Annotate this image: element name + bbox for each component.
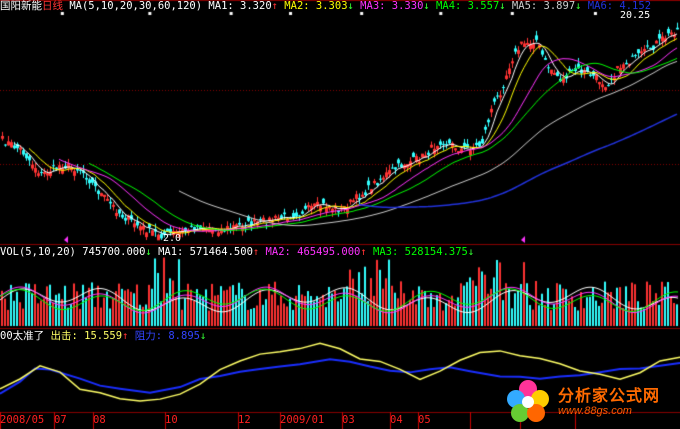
ma3-value: MA3: 3.330: [360, 0, 424, 12]
vol-ma1: MA1: 571464.500: [158, 246, 253, 258]
low-price-label: 2.0: [163, 233, 182, 244]
indicator-resist: 阻力: 8.895: [134, 330, 200, 342]
x-axis-label: 07: [54, 414, 67, 426]
indicator-resist-arrow: ↓: [199, 330, 207, 342]
ma3-arrow: ↓: [423, 0, 430, 12]
ma1-arrow: ↑: [271, 0, 278, 12]
ma4-value: MA4: 3.557: [436, 0, 500, 12]
x-axis-label: 12: [238, 414, 251, 426]
vol-ma2-arrow: ↑: [360, 246, 367, 258]
indicator-out: 出击: 15.559: [50, 330, 123, 342]
x-axis-label: 08: [93, 414, 106, 426]
vol-ma2: MA2: 465495.000: [265, 246, 361, 258]
ma2-value: MA2: 3.303: [284, 0, 348, 12]
vol-arrow: ↓: [145, 246, 152, 258]
vol-value: 745700.000: [82, 246, 146, 258]
ma4-arrow: ↓: [499, 0, 506, 12]
vol-ma3-arrow: ↓: [467, 246, 475, 258]
x-axis-label: 10: [165, 414, 178, 426]
x-axis-label: 03: [342, 414, 355, 426]
ma-params: MA(5,10,20,30,60,120): [69, 0, 203, 12]
ma2-arrow: ↓: [347, 0, 354, 12]
ma5-arrow: ↓: [575, 0, 582, 12]
watermark-logo: 分析家公式网 www.88gs.com: [500, 379, 672, 423]
ma1-value: MA1: 3.320: [208, 0, 272, 12]
price-panel-header: 国阳新能日线 MA(5,10,20,30,60,120) MA1: 3.320↑…: [0, 0, 651, 13]
x-axis-label: 04: [390, 414, 403, 426]
high-price-label: 20.25: [620, 10, 651, 21]
volume-panel-header: VOL(5,10,20) 745700.000↓ MA1: 571464.500…: [0, 246, 474, 259]
indicator-name: 00太准了: [0, 330, 45, 342]
x-axis-label: 2009/01: [280, 414, 325, 426]
indicator-out-arrow: ↑: [122, 330, 129, 342]
x-axis-label: 05: [418, 414, 431, 426]
vol-ma1-arrow: ↑: [252, 246, 260, 258]
indicator-panel-header: 00太准了 出击: 15.559↑ 阻力: 8.895↓: [0, 330, 206, 343]
stock-name: 国阳新能: [0, 0, 42, 12]
ma5-value: MA5: 3.897: [511, 0, 576, 12]
x-axis-label: 2008/05: [0, 414, 45, 426]
vol-params: VOL(5,10,20): [0, 246, 76, 258]
watermark-url: www.88gs.com: [558, 405, 632, 417]
vol-ma3: MA3: 528154.375: [373, 246, 468, 258]
watermark-brand: 分析家公式网: [558, 386, 661, 405]
stock-chart-canvas[interactable]: [0, 0, 680, 429]
period-label[interactable]: 日线: [42, 0, 63, 12]
flower-logo-icon: [507, 380, 549, 422]
